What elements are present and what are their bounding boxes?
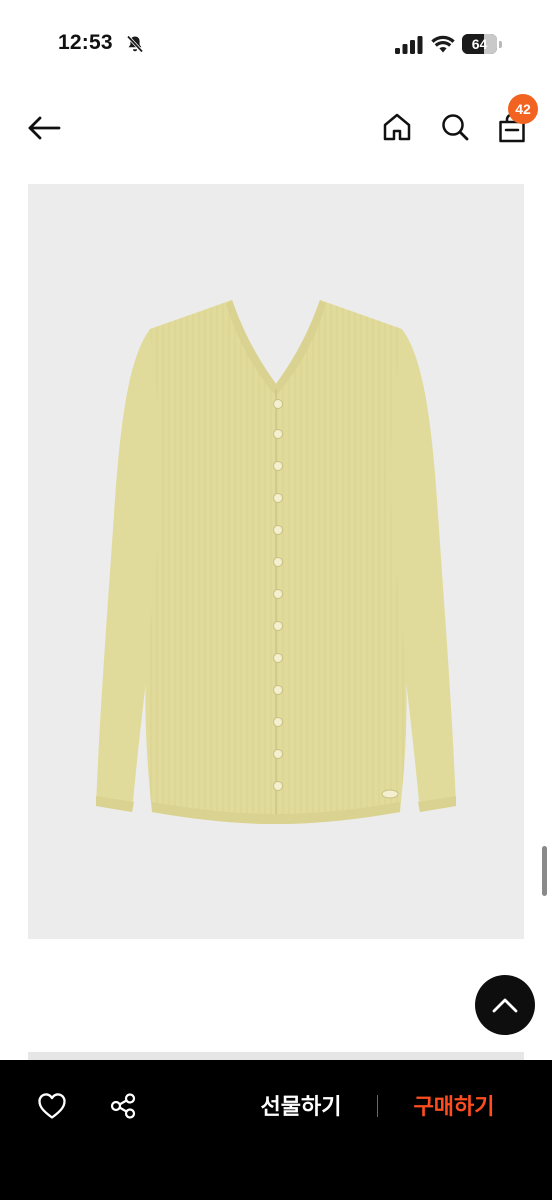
scrollbar[interactable]	[542, 846, 547, 896]
bell-slash-icon	[126, 35, 144, 53]
signal-icon	[395, 36, 423, 54]
scroll-to-top-button[interactable]	[475, 975, 535, 1035]
share-icon	[110, 1093, 136, 1119]
chevron-up-icon	[492, 998, 518, 1013]
back-arrow-icon	[28, 116, 61, 140]
action-divider	[377, 1095, 378, 1117]
search-button[interactable]	[436, 108, 474, 146]
search-icon	[442, 114, 469, 141]
wifi-icon	[431, 35, 455, 53]
back-button[interactable]	[24, 108, 64, 148]
gift-button[interactable]: 선물하기	[244, 1088, 358, 1126]
status-time: 12:53	[58, 31, 113, 54]
like-button[interactable]	[36, 1090, 68, 1122]
bottom-action-bar: 선물하기 구매하기	[0, 1060, 552, 1200]
heart-icon	[38, 1093, 66, 1119]
top-nav: 42	[0, 92, 552, 164]
share-button[interactable]	[107, 1090, 139, 1122]
battery-level: 64	[471, 36, 488, 52]
section-divider	[28, 1052, 524, 1060]
home-icon	[383, 113, 411, 141]
cart-count-badge: 42	[508, 94, 538, 124]
home-button[interactable]	[378, 108, 416, 146]
cardigan-image	[96, 300, 456, 824]
status-bar: 12:53 64	[0, 0, 552, 92]
battery-icon: 64	[462, 34, 504, 56]
product-image[interactable]	[28, 184, 524, 939]
buy-button[interactable]: 구매하기	[397, 1088, 511, 1126]
